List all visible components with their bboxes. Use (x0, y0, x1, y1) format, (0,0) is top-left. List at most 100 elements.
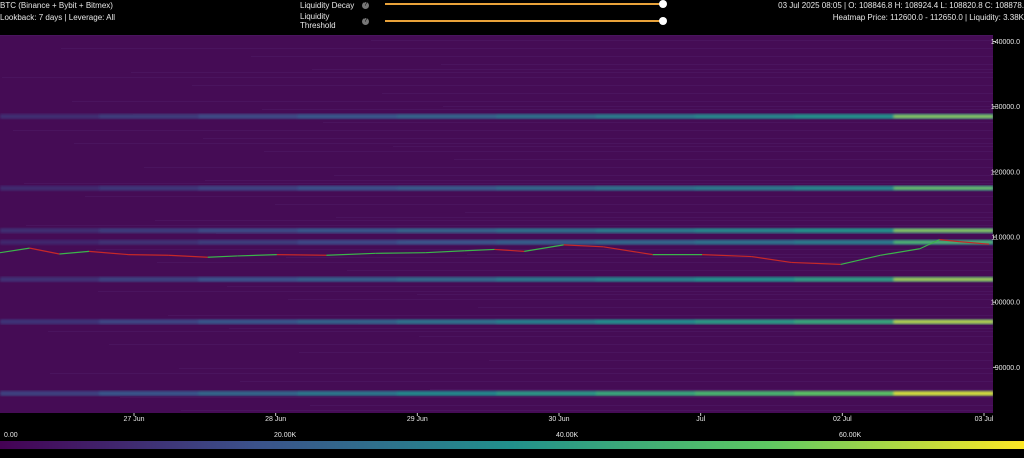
heatmap-texture-row (393, 146, 993, 147)
time-tick-label: 30 Jun (548, 416, 569, 423)
price-axis: 140000.0 130000.0 120000.0 110000.0 100000.0… (991, 35, 1024, 413)
price-tick-label: 130000.0 (991, 104, 1020, 111)
heatmap-texture-row (157, 262, 993, 263)
heatmap-texture-row (465, 212, 993, 213)
liquidity-band-segment (0, 276, 101, 282)
liquidity-band-segment (198, 390, 299, 396)
heatmap-texture-row (275, 204, 993, 205)
heatmap-texture-row (74, 143, 993, 144)
liquidity-band-segment (297, 113, 399, 119)
heatmap-texture-row (24, 183, 993, 184)
heatmap-texture-row (454, 159, 993, 160)
decay-control: Liquidity Decay ? (300, 0, 369, 12)
heatmap-texture-row (323, 122, 993, 123)
threshold-slider-handle[interactable] (659, 17, 667, 25)
heatmap-area (0, 35, 994, 413)
decay-label: Liquidity Decay (300, 0, 355, 10)
heatmap-texture-row (443, 106, 993, 107)
liquidity-band-segment (695, 276, 796, 282)
liquidity-band-segment (0, 319, 101, 325)
time-tick-label: Jul (696, 416, 705, 423)
liquidity-band-segment (595, 390, 697, 396)
heatmap-texture-row (227, 286, 993, 287)
price-axis-background (993, 35, 1024, 413)
heatmap-texture-row (419, 336, 993, 337)
heatmap-texture-row (371, 40, 993, 41)
time-tick-label: 02 Jul (833, 416, 852, 423)
liquidity-band (0, 228, 994, 234)
chart-subtitle: Lookback: 7 days | Leverage: All (0, 13, 116, 22)
liquidity-band-segment (0, 185, 101, 191)
heatmap-texture-row (441, 64, 993, 65)
liquidity-band (0, 239, 994, 245)
liquidity-band (0, 319, 994, 325)
header-right: 03 Jul 2025 08:05 | O: 108846.8 H: 10892… (778, 0, 1024, 24)
time-tick-label: 29 Jun (407, 416, 428, 423)
liquidity-band-segment (99, 185, 200, 191)
liquidity-band-segment (397, 319, 498, 325)
liquidity-band-segment (99, 113, 200, 119)
heatmap-texture-row (286, 257, 993, 258)
colorbar-tick-label: 0.00 (4, 432, 18, 439)
heatmap-texture-row (262, 109, 993, 110)
heatmap-texture-row (264, 151, 993, 152)
liquidity-band-segment (695, 185, 796, 191)
liquidity-band-segment (496, 239, 597, 245)
heatmap-texture-row (131, 72, 993, 73)
liquidity-band-segment (99, 319, 200, 325)
liquidity-band-core (893, 187, 993, 190)
liquidity-band-segment (794, 113, 895, 119)
heatmap-texture-row (61, 48, 993, 49)
heatmap-texture-row (417, 294, 993, 295)
heatmap-texture-row (98, 291, 993, 292)
liquidity-band-segment (198, 276, 299, 282)
chart-title: BTC (Binance + Bybit + Bitmex) (0, 1, 113, 10)
liquidity-band-segment (297, 228, 399, 234)
heatmap-texture-row (240, 381, 993, 382)
decay-info-icon[interactable]: ? (362, 1, 369, 9)
threshold-info-icon[interactable]: ? (362, 17, 369, 25)
heatmap-texture-row (310, 405, 993, 406)
liquidity-band-segment (0, 239, 101, 245)
header-left: BTC (Binance + Bybit + Bitmex) Lookback:… (0, 0, 115, 24)
price-tick-label: 110000.0 (991, 235, 1020, 242)
liquidity-band-segment (794, 390, 895, 396)
price-tick-label: 140000.0 (991, 39, 1020, 46)
liquidity-band-segment (794, 319, 895, 325)
liquidity-band-segment (695, 319, 796, 325)
colorbar-gradient (0, 441, 1024, 449)
heatmap-texture-row (430, 389, 993, 390)
liquidity-band-segment (0, 113, 101, 119)
heatmap-texture-row (179, 368, 993, 369)
liquidity-band-segment (794, 276, 895, 282)
heatmap-texture-row (288, 299, 993, 300)
liquidity-band-segment (695, 390, 796, 396)
liquidity-band-segment (595, 228, 697, 234)
liquidity-band-segment (397, 239, 498, 245)
decay-slider[interactable] (385, 0, 667, 8)
colorbar-tick-label: 20.00K (274, 432, 297, 439)
heatmap-texture-row (168, 315, 993, 316)
threshold-slider[interactable] (385, 17, 667, 25)
heatmap-texture-row (0, 35, 993, 36)
liquidity-band-segment (794, 228, 895, 234)
liquidity-band-segment (496, 185, 597, 191)
liquidity-band-segment (595, 319, 697, 325)
decay-slider-handle[interactable] (659, 0, 667, 8)
liquidity-band-core (893, 392, 993, 395)
liquidity-band-segment (297, 276, 399, 282)
heatmap-background (0, 35, 993, 413)
heatmap-texture-row (312, 69, 993, 70)
price-tick-label: 120000.0 (991, 169, 1020, 176)
time-tick-label: 28 Jun (265, 416, 286, 423)
price-tick-label: 90000.0 (995, 365, 1020, 372)
liquidity-band-segment (695, 239, 796, 245)
liquidity-band-segment (99, 276, 200, 282)
liquidity-heatmap[interactable]: 140000.0 130000.0 120000.0 110000.0 100000.0… (0, 35, 1024, 425)
liquidity-band-segment (695, 113, 796, 119)
time-tick-label: 27 Jun (123, 416, 144, 423)
liquidity-band-segment (0, 390, 101, 396)
heatmap-texture-row (467, 254, 993, 255)
liquidity-band-segment (198, 319, 299, 325)
liquidity-band-core (893, 278, 993, 281)
